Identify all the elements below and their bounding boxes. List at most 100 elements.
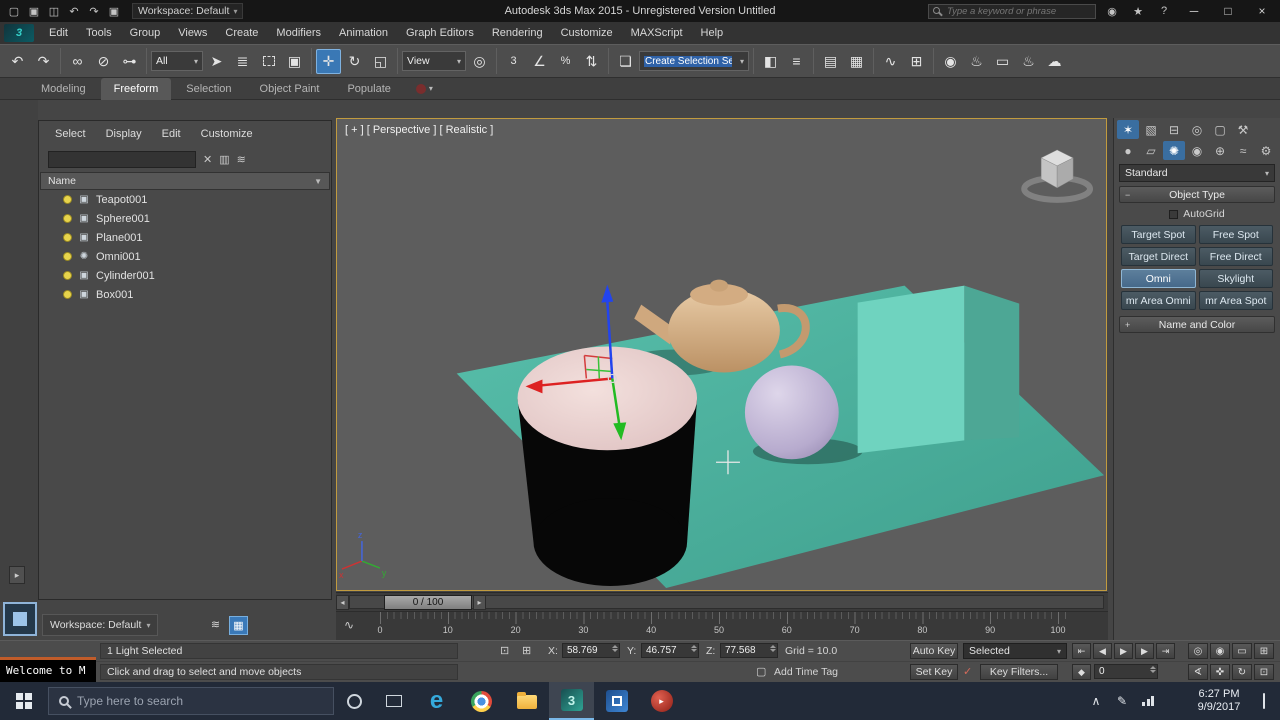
taskbar-app-blue[interactable] bbox=[594, 682, 639, 720]
taskbar-clock[interactable]: 6:27 PM 9/9/2017 bbox=[1188, 688, 1250, 714]
ribbon-tab-selection[interactable]: Selection bbox=[173, 78, 244, 100]
scene-explorer-search-input[interactable] bbox=[48, 150, 196, 168]
unlink-selection-icon[interactable]: ⊘ bbox=[91, 49, 116, 74]
panel-expand-arrow[interactable]: ▸ bbox=[9, 566, 25, 584]
zoom-extents-icon[interactable]: ▭ bbox=[1232, 643, 1252, 659]
bind-to-spacewarp-icon[interactable]: ⊶ bbox=[117, 49, 142, 74]
rendered-frame-window-icon[interactable]: ▭ bbox=[990, 49, 1015, 74]
next-frame-arrow[interactable]: ▸ bbox=[473, 595, 486, 610]
taskbar-search-box[interactable]: Type here to search bbox=[48, 687, 334, 715]
cylinder-object[interactable] bbox=[517, 346, 698, 587]
menu-modifiers[interactable]: Modifiers bbox=[267, 22, 330, 44]
zoom-icon[interactable]: ◎ bbox=[1188, 643, 1208, 659]
layout-grid-icon[interactable]: ▦ bbox=[229, 616, 248, 635]
visibility-bulb-icon[interactable] bbox=[63, 214, 72, 223]
menu-customize[interactable]: Customize bbox=[552, 22, 622, 44]
percent-snap-icon[interactable]: % bbox=[553, 49, 578, 74]
menu-edit[interactable]: Edit bbox=[40, 22, 77, 44]
rectangular-selection-region-icon[interactable] bbox=[256, 49, 281, 74]
set-key-button[interactable]: Set Key bbox=[910, 664, 958, 680]
align-icon[interactable]: ≡ bbox=[784, 49, 809, 74]
redo-quick-icon[interactable]: ↷ bbox=[84, 5, 104, 18]
select-object-icon[interactable]: ➤ bbox=[204, 49, 229, 74]
sign-in-icon[interactable]: ◉ bbox=[1102, 5, 1122, 18]
visibility-bulb-icon[interactable] bbox=[63, 252, 72, 261]
explorer-options-icon[interactable]: ≋ bbox=[237, 153, 246, 166]
ribbon-tab-populate[interactable]: Populate bbox=[334, 78, 403, 100]
clear-search-icon[interactable]: ✕ bbox=[203, 153, 212, 166]
x-coordinate-field[interactable]: 58.769 bbox=[562, 643, 620, 658]
time-slider-handle[interactable]: 0 / 100 bbox=[384, 595, 472, 610]
key-mode-dropdown[interactable]: Selected ▾ bbox=[963, 643, 1067, 659]
favorites-icon[interactable]: ★ bbox=[1128, 5, 1148, 18]
schematic-view-icon[interactable]: ⊞ bbox=[904, 49, 929, 74]
maximize-viewport-icon[interactable]: ⊡ bbox=[1254, 664, 1274, 680]
category-systems-icon[interactable]: ⚙ bbox=[1255, 141, 1277, 160]
undo-quick-icon[interactable]: ↶ bbox=[64, 5, 84, 18]
name-column-header[interactable]: Name ▼ bbox=[40, 172, 330, 190]
previous-frame-button[interactable]: ◀ bbox=[1093, 643, 1112, 659]
edit-named-selection-sets-icon[interactable]: ❏ bbox=[613, 49, 638, 74]
taskbar-app-3dsmax[interactable]: 3 bbox=[549, 682, 594, 720]
free-direct-button[interactable]: Free Direct bbox=[1198, 247, 1273, 266]
workspace-selector[interactable]: Workspace: Default ▾ bbox=[42, 614, 159, 636]
project-folder-icon[interactable]: ▣ bbox=[104, 5, 124, 18]
menu-help[interactable]: Help bbox=[692, 22, 733, 44]
viewport-layout-button[interactable] bbox=[3, 602, 37, 636]
key-mode-toggle-button[interactable]: ◆ bbox=[1072, 664, 1091, 680]
zoom-all-icon[interactable]: ◉ bbox=[1210, 643, 1230, 659]
pan-view-icon[interactable]: ✜ bbox=[1210, 664, 1230, 680]
undo-icon[interactable]: ↶ bbox=[5, 49, 30, 74]
taskbar-app-recorder[interactable]: ▸ bbox=[639, 682, 684, 720]
play-animation-button[interactable]: ▶ bbox=[1114, 643, 1133, 659]
spinner-icon[interactable] bbox=[612, 645, 618, 652]
se-menu-select[interactable]: Select bbox=[55, 128, 86, 140]
taskbar-app-chrome[interactable] bbox=[459, 682, 504, 720]
se-menu-customize[interactable]: Customize bbox=[201, 128, 253, 140]
light-type-dropdown[interactable]: Standard ▾ bbox=[1119, 164, 1275, 182]
maximize-button[interactable]: □ bbox=[1214, 1, 1242, 21]
select-and-move-icon[interactable]: ✛ bbox=[316, 48, 341, 74]
use-pivot-center-icon[interactable]: ◎ bbox=[467, 49, 492, 74]
list-item-sphere001[interactable]: ▣ Sphere001 bbox=[39, 209, 331, 228]
current-frame-field[interactable]: 0 bbox=[1094, 664, 1158, 679]
key-filters-button[interactable]: Key Filters... bbox=[980, 664, 1058, 680]
view-cube[interactable] bbox=[1021, 149, 1094, 203]
selection-filter-dropdown[interactable]: All ▾ bbox=[151, 51, 203, 71]
menu-views[interactable]: Views bbox=[169, 22, 216, 44]
named-selection-sets-dropdown[interactable]: Create Selection Se ▾ bbox=[639, 51, 749, 71]
material-editor-icon[interactable]: ◉ bbox=[938, 49, 963, 74]
autogrid-checkbox[interactable] bbox=[1169, 209, 1179, 219]
minimize-button[interactable]: ─ bbox=[1180, 1, 1208, 21]
menu-create[interactable]: Create bbox=[216, 22, 267, 44]
redo-icon[interactable]: ↷ bbox=[31, 49, 56, 74]
se-menu-display[interactable]: Display bbox=[106, 128, 142, 140]
box-object[interactable] bbox=[857, 285, 1020, 454]
tab-create-icon[interactable]: ✶ bbox=[1117, 120, 1139, 139]
zoom-extents-all-icon[interactable]: ⊞ bbox=[1254, 643, 1274, 659]
list-item-omni001[interactable]: ✺ Omni001 bbox=[39, 247, 331, 266]
track-bar[interactable]: ∿ 0 10 20 30 40 50 60 70 80 90 100 bbox=[336, 611, 1108, 640]
y-coordinate-field[interactable]: 46.757 bbox=[641, 643, 699, 658]
new-scene-icon[interactable]: ▢ bbox=[4, 5, 24, 18]
menu-rendering[interactable]: Rendering bbox=[483, 22, 552, 44]
tab-modify-icon[interactable]: ▧ bbox=[1140, 120, 1162, 139]
start-button[interactable] bbox=[0, 682, 48, 720]
name-and-color-rollout[interactable]: + Name and Color bbox=[1119, 316, 1275, 333]
field-of-view-icon[interactable]: ∢ bbox=[1188, 664, 1208, 680]
next-frame-button[interactable]: ▶ bbox=[1135, 643, 1154, 659]
workspace-dropdown[interactable]: Workspace: Default ▾ bbox=[132, 3, 244, 19]
skylight-button[interactable]: Skylight bbox=[1198, 269, 1273, 288]
taskbar-app-file-explorer[interactable] bbox=[504, 682, 549, 720]
category-cameras-icon[interactable]: ◉ bbox=[1186, 141, 1208, 160]
menu-tools[interactable]: Tools bbox=[77, 22, 121, 44]
spinner-icon[interactable] bbox=[1150, 666, 1156, 673]
sphere-object[interactable] bbox=[744, 365, 839, 460]
absolute-offset-mode-icon[interactable]: ⊞ bbox=[522, 644, 531, 657]
select-and-link-icon[interactable]: ∞ bbox=[65, 49, 90, 74]
display-filter-icon[interactable]: ▥ bbox=[219, 153, 229, 166]
category-shapes-icon[interactable]: ▱ bbox=[1140, 141, 1162, 160]
menu-maxscript[interactable]: MAXScript bbox=[622, 22, 692, 44]
se-menu-edit[interactable]: Edit bbox=[162, 128, 181, 140]
a360-cloud-render-icon[interactable]: ☁ bbox=[1042, 49, 1067, 74]
